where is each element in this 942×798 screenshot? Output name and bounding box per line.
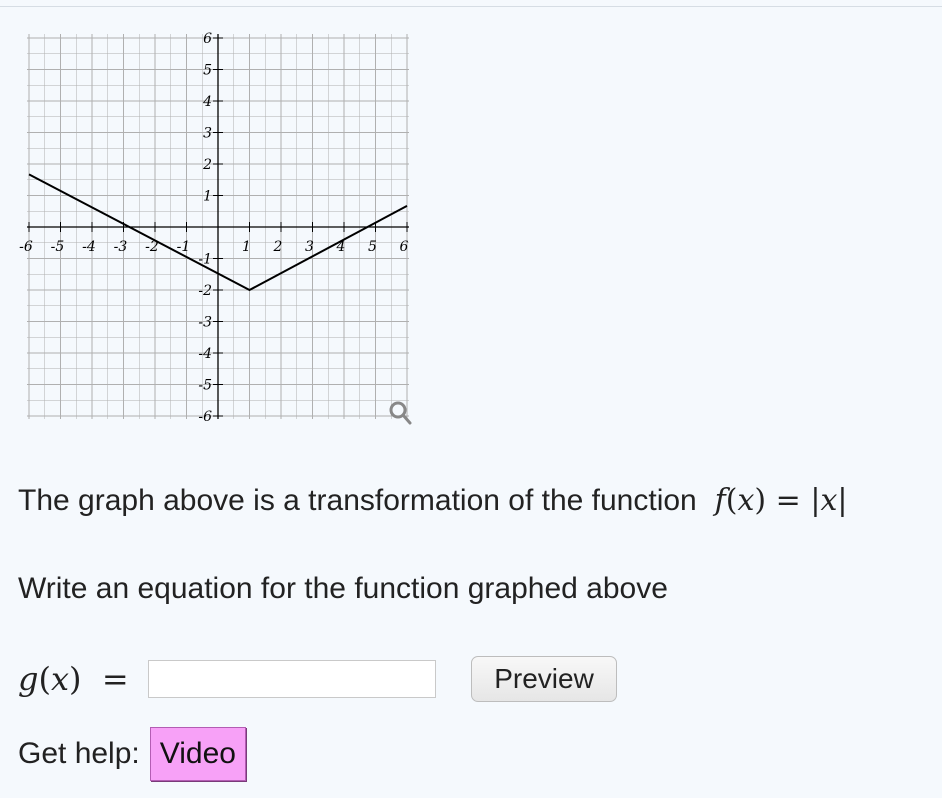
- x-tick-label: -3: [114, 239, 128, 255]
- y-tick-label: -2: [198, 283, 212, 299]
- y-tick-label: 5: [203, 63, 212, 79]
- question-statement: The graph above is a transformation of t…: [18, 483, 847, 518]
- label-g: g: [18, 660, 39, 698]
- formula-f: f: [714, 483, 726, 518]
- help-row: Get help: Video: [18, 727, 246, 781]
- answer-input[interactable]: [148, 660, 436, 698]
- get-help-label: Get help:: [18, 737, 140, 770]
- question-text: The graph above is a transformation of t…: [18, 484, 697, 517]
- y-tick-label: -4: [198, 346, 212, 362]
- x-tick-label: 2: [273, 239, 283, 255]
- y-tick-label: -6: [198, 409, 212, 425]
- x-axis-labels: -6 -5 -4 -3 -2 -1 1 2 3 4 5 6: [19, 239, 408, 255]
- graph-axes: [27, 34, 409, 419]
- y-axis-labels: -6-5-4-3-2-1123456: [198, 31, 212, 425]
- label-x: x: [50, 660, 70, 698]
- x-tick-label: 6: [400, 239, 409, 255]
- x-tick-label: -6: [19, 239, 33, 255]
- y-tick-label: 2: [202, 157, 212, 173]
- y-tick-label: 3: [203, 126, 212, 142]
- formula-abs-x: x: [820, 483, 838, 518]
- y-tick-label: -5: [198, 378, 212, 394]
- y-tick-label: 4: [202, 94, 212, 110]
- formula-x: x: [737, 483, 755, 518]
- x-tick-label: -5: [51, 239, 65, 255]
- function-formula: f(x) = |x|: [714, 483, 848, 518]
- y-tick-label: 6: [203, 31, 212, 47]
- video-help-button[interactable]: Video: [149, 727, 246, 781]
- x-tick-label: 5: [368, 239, 377, 255]
- y-tick-label: -3: [198, 315, 212, 331]
- answer-label: g(x) =: [18, 660, 129, 698]
- x-tick-label: -4: [82, 239, 96, 255]
- label-equals: =: [101, 660, 129, 698]
- answer-row: g(x) = Preview: [18, 656, 617, 702]
- preview-button[interactable]: Preview: [471, 656, 617, 702]
- formula-equals: =: [775, 483, 801, 518]
- question-prompt: Write an equation for the function graph…: [18, 572, 668, 605]
- function-graph: -6 -5 -4 -3 -2 -1 1 2 3 4 5 6 -6-5-4-3-2-1123456: [19, 31, 412, 425]
- top-divider: [0, 6, 942, 7]
- x-tick-label: 1: [242, 239, 251, 255]
- x-tick-label: 3: [305, 239, 314, 255]
- y-tick-label: 1: [203, 189, 212, 205]
